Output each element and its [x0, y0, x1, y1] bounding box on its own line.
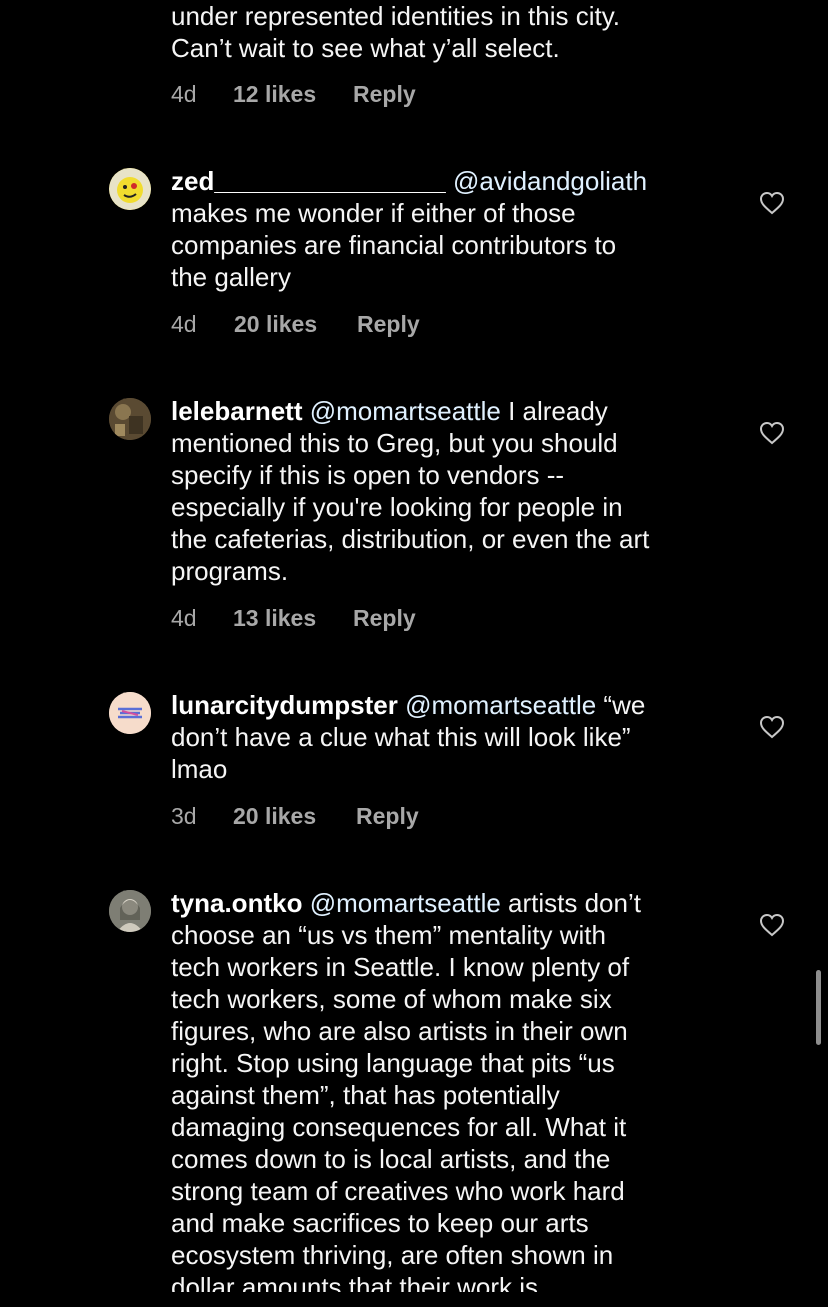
comment-text-line: mentioned this to Greg, but you should: [171, 428, 618, 458]
comment-text-line: against them”, that has potentially: [171, 1080, 560, 1110]
comment-body: lunarcitydumpster @momartseattle “we don…: [171, 689, 731, 785]
comment-text-line: specify if this is open to vendors --: [171, 460, 565, 490]
comment-mention-link[interactable]: @avidandgoliath: [453, 166, 647, 196]
comment-text-line: especially if you're looking for people …: [171, 492, 623, 522]
avatar-photo-icon: [109, 398, 151, 440]
comment-text-line: comes down to is local artists, and the: [171, 1144, 611, 1174]
comment-text-line: makes me wonder if either of those: [171, 198, 576, 228]
comment-text-line: damaging consequences for all. What it: [171, 1112, 627, 1142]
comment-text-line: and make sacrifices to keep our arts: [171, 1208, 589, 1238]
comment-first-line: tyna.ontko @momartseattle artists don’t: [171, 887, 731, 919]
avatar-photo-icon: [109, 890, 151, 932]
avatar[interactable]: [109, 398, 151, 440]
comment-username[interactable]: lelebarnett: [171, 396, 303, 426]
comment-likes-link[interactable]: 20 likes: [233, 801, 316, 831]
scrollbar[interactable]: [816, 970, 821, 1045]
comment-text-line: Can’t wait to see what y’all select.: [171, 33, 560, 63]
comment-likes-link[interactable]: 12 likes: [233, 79, 316, 109]
comment-text-line: figures, who are also artists in their o…: [171, 1016, 628, 1046]
like-heart-icon[interactable]: [759, 715, 785, 739]
comment-text-line: companies are financial contributors to: [171, 230, 617, 260]
avatar-emoji-icon: [109, 168, 151, 210]
comment-timestamp: 3d: [171, 803, 197, 829]
comment-text-line: the cafeterias, distribution, or even th…: [171, 524, 650, 554]
comment-text-line: lmao: [171, 754, 228, 784]
comment-text-line: dollar amounts that their work is: [171, 1272, 539, 1292]
comment-text-line: programs.: [171, 556, 289, 586]
avatar[interactable]: [109, 890, 151, 932]
comment-username[interactable]: tyna.ontko: [171, 888, 302, 918]
comment-first-line: lelebarnett @momartseattle I already: [171, 395, 731, 427]
comment-body: lelebarnett @momartseattle I already men…: [171, 395, 731, 587]
comment-timestamp: 4d: [171, 605, 197, 631]
comment-text-line: right. Stop using language that pits “us: [171, 1048, 615, 1078]
comment-text-line: the gallery: [171, 262, 291, 292]
comment-body: tyna.ontko @momartseattle artists don’t …: [171, 887, 731, 1292]
avatar[interactable]: [109, 168, 151, 210]
comment-first-line: lunarcitydumpster @momartseattle “we: [171, 689, 731, 721]
avatar-logo-icon: [109, 692, 151, 734]
comment-text-line: choose an “us vs them” mentality with: [171, 920, 606, 950]
comment-timestamp: 4d: [171, 81, 197, 107]
reply-button[interactable]: Reply: [353, 79, 416, 109]
reply-button[interactable]: Reply: [353, 603, 416, 633]
comment-text-line: don’t have a clue what this will look li…: [171, 722, 631, 752]
comment-text-line: strong team of creatives who work hard: [171, 1176, 625, 1206]
comment-text-inline: artists don’t: [500, 888, 641, 918]
comment-text-line: tech workers in Seattle. I know plenty o…: [171, 952, 630, 982]
comment-username[interactable]: lunarcitydumpster: [171, 690, 398, 720]
comment-username[interactable]: zed________________: [171, 166, 446, 196]
like-heart-icon[interactable]: [759, 913, 785, 937]
comment-text-line: tech workers, some of whom make six: [171, 984, 612, 1014]
avatar[interactable]: [109, 692, 151, 734]
reply-button[interactable]: Reply: [357, 309, 420, 339]
comment-body: zed________________ @avidandgoliath make…: [171, 165, 731, 293]
comment-likes-link[interactable]: 20 likes: [234, 309, 317, 339]
comment-timestamp: 4d: [171, 311, 197, 337]
comment-mention-link[interactable]: @momartseattle: [310, 396, 501, 426]
comment-text-inline: I already: [500, 396, 608, 426]
comment-text-line: under represented identities in this cit…: [171, 1, 620, 31]
comment-text-inline: “we: [596, 690, 646, 720]
reply-button[interactable]: Reply: [356, 801, 419, 831]
like-heart-icon[interactable]: [759, 191, 785, 215]
comment-first-line: zed________________ @avidandgoliath: [171, 165, 731, 197]
comment-text-line: ecosystem thriving, are often shown in: [171, 1240, 614, 1270]
like-heart-icon[interactable]: [759, 421, 785, 445]
comment-mention-link[interactable]: @momartseattle: [310, 888, 501, 918]
comment-body: under represented identities in this cit…: [171, 0, 731, 64]
comment-mention-link[interactable]: @momartseattle: [405, 690, 596, 720]
comment-likes-link[interactable]: 13 likes: [233, 603, 316, 633]
